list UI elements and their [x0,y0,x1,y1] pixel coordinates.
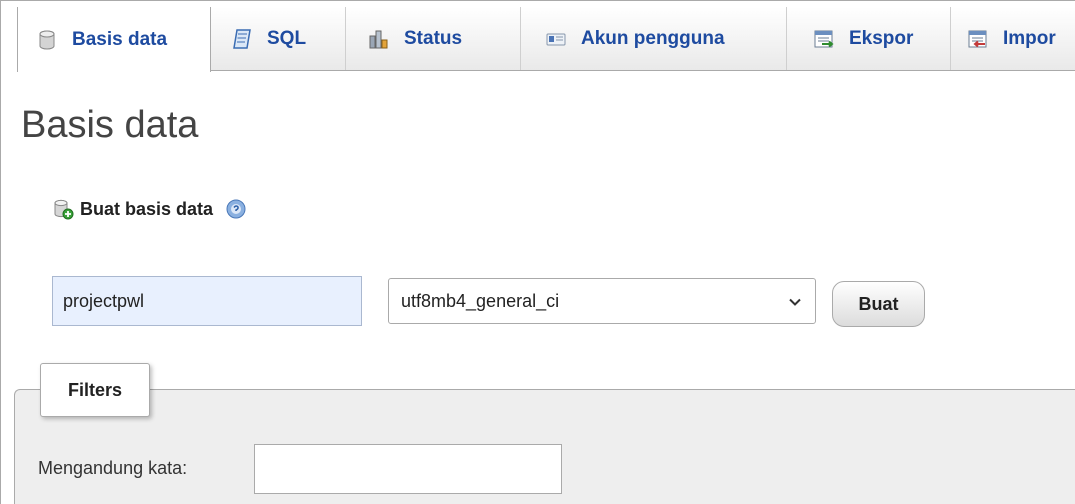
contains-word-input[interactable] [254,444,562,494]
tab-import[interactable]: Impor [951,7,1075,70]
status-chart-icon [368,28,390,50]
contains-word-label: Mengandung kata: [38,458,188,478]
tab-export[interactable]: Ekspor [787,7,951,70]
create-database-button[interactable]: Buat [832,281,925,327]
chevron-down-icon [787,294,803,310]
create-database-heading: Buat basis data [52,198,247,220]
database-name-input[interactable] [52,276,362,326]
sql-icon [231,28,253,50]
tab-sql[interactable]: SQL [211,7,346,70]
collation-select[interactable]: utf8mb4_general_ci [388,278,816,324]
top-tab-bar: Basis data SQL Status Akun pengguna Eksp… [17,7,1075,72]
tab-label: Impor [1003,27,1056,49]
export-icon [813,28,835,50]
tab-user-accounts[interactable]: Akun pengguna [521,7,787,70]
filters-legend: Filters [40,363,150,417]
create-database-label: Buat basis data [80,198,214,219]
collation-selected-value: utf8mb4_general_ci [401,290,560,311]
help-icon[interactable] [225,198,247,220]
tab-label: Basis data [72,28,168,50]
tab-label: Ekspor [849,27,914,49]
tab-label: Akun pengguna [581,27,725,49]
page-title: Basis data [21,104,199,146]
tab-label: SQL [267,27,307,49]
database-add-icon [52,198,74,220]
database-icon [36,29,58,51]
import-icon [967,28,989,50]
user-accounts-icon [545,28,567,50]
tab-label: Status [404,27,463,49]
tab-databases[interactable]: Basis data [17,7,211,72]
tab-status[interactable]: Status [346,7,521,70]
